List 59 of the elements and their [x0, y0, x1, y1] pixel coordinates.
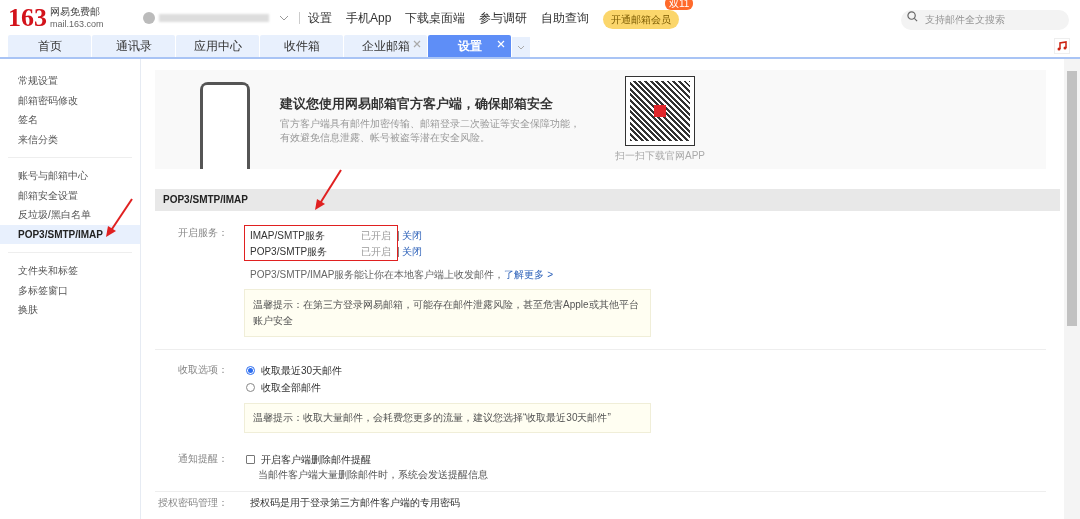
- chevron-icon: [517, 44, 525, 50]
- annotation-arrow: [104, 198, 134, 238]
- annotation-arrow: [313, 169, 343, 211]
- tab[interactable]: 首页: [8, 35, 91, 57]
- sidebar-item[interactable]: 多标签窗口: [0, 280, 140, 300]
- search-field[interactable]: 支持邮件全文搜索: [901, 9, 1069, 30]
- tab[interactable]: 通讯录: [92, 35, 175, 57]
- warning-tip: 温馨提示：在第三方登录网易邮箱，可能存在邮件泄露风险，甚至危害Apple或其他平台账户安全: [244, 289, 651, 337]
- service-status: 已开启: [361, 228, 392, 243]
- field-label: 授权密码管理：: [157, 496, 229, 510]
- notify-hint: 当邮件客户端大量删除邮件时，系统会发送提醒信息: [257, 468, 488, 482]
- sidebar-item[interactable]: 文件夹和标签: [0, 261, 140, 281]
- sidebar-item[interactable]: POP3/SMTP/IMAP: [0, 224, 140, 244]
- nav-link[interactable]: 下载桌面端: [405, 9, 466, 27]
- checkbox[interactable]: [246, 454, 255, 464]
- section-title: POP3/SMTP/IMAP: [155, 189, 1060, 211]
- checkbox-label: 开启客户端删除邮件提醒: [261, 452, 371, 467]
- sidebar-item[interactable]: 签名: [0, 110, 140, 130]
- tab[interactable]: 企业邮箱: [344, 35, 427, 57]
- field-label: 收取选项：: [177, 363, 229, 377]
- auth-description: 授权码是用于登录第三方邮件客户端的专用密码: [249, 496, 460, 510]
- service-status: 已开启: [361, 244, 392, 259]
- logo-name: 网易免费邮: [50, 6, 101, 18]
- logo-domain: mail.163.com: [50, 18, 104, 30]
- close-icon[interactable]: [413, 40, 421, 48]
- sidebar-item[interactable]: 常规设置: [0, 71, 140, 91]
- sidebar-item[interactable]: 来信分类: [0, 129, 140, 149]
- nav-link[interactable]: 参与调研: [479, 9, 528, 27]
- learn-more-link[interactable]: 了解更多 >: [504, 269, 554, 280]
- service-name: POP3/SMTP服务: [249, 244, 329, 259]
- field-label: 通知提醒：: [177, 452, 229, 466]
- radio-label: 收取全部邮件: [261, 381, 321, 395]
- caret-icon[interactable]: [279, 15, 289, 21]
- sidebar-item[interactable]: 反垃圾/黑白名单: [0, 205, 140, 225]
- vip-button[interactable]: 开通邮箱会员: [603, 10, 680, 29]
- field-label: 开启服务：: [177, 226, 229, 240]
- tab[interactable]: 应用中心: [176, 35, 259, 57]
- warning-tip: 温馨提示：收取大量邮件，会耗费您更多的流量，建议您选择“收取最近30天邮件”: [244, 403, 651, 433]
- scrollbar[interactable]: [1064, 59, 1080, 519]
- logo-number: 163: [8, 5, 47, 31]
- sidebar-item[interactable]: 账号与邮箱中心: [0, 166, 140, 186]
- service-name: IMAP/SMTP服务: [249, 228, 326, 243]
- radio-label: 收取最近30天邮件: [261, 364, 343, 378]
- close-link[interactable]: 关闭: [399, 228, 422, 243]
- qr-code: [626, 76, 694, 145]
- music-icon[interactable]: [1054, 38, 1070, 54]
- nav-link[interactable]: 自助查询: [541, 9, 590, 27]
- service-description: POP3/SMTP/IMAP服务能让你在本地客户端上收发邮件，了解更多 >: [249, 268, 555, 282]
- avatar-icon: [143, 12, 155, 24]
- promo-badge: 双11: [664, 0, 694, 10]
- nav-link[interactable]: 手机App: [346, 9, 392, 27]
- radio-button[interactable]: [246, 366, 255, 375]
- nav-link[interactable]: 设置: [308, 9, 332, 27]
- tab[interactable]: 收件箱: [260, 35, 343, 57]
- banner-title: 建议您使用网易邮箱官方客户端，确保邮箱安全: [280, 94, 554, 113]
- close-link[interactable]: 关闭: [399, 244, 422, 259]
- sidebar-item[interactable]: 换肤: [0, 300, 140, 320]
- sidebar-item[interactable]: 邮箱密码修改: [0, 90, 140, 110]
- sidebar-item[interactable]: 邮箱安全设置: [0, 185, 140, 205]
